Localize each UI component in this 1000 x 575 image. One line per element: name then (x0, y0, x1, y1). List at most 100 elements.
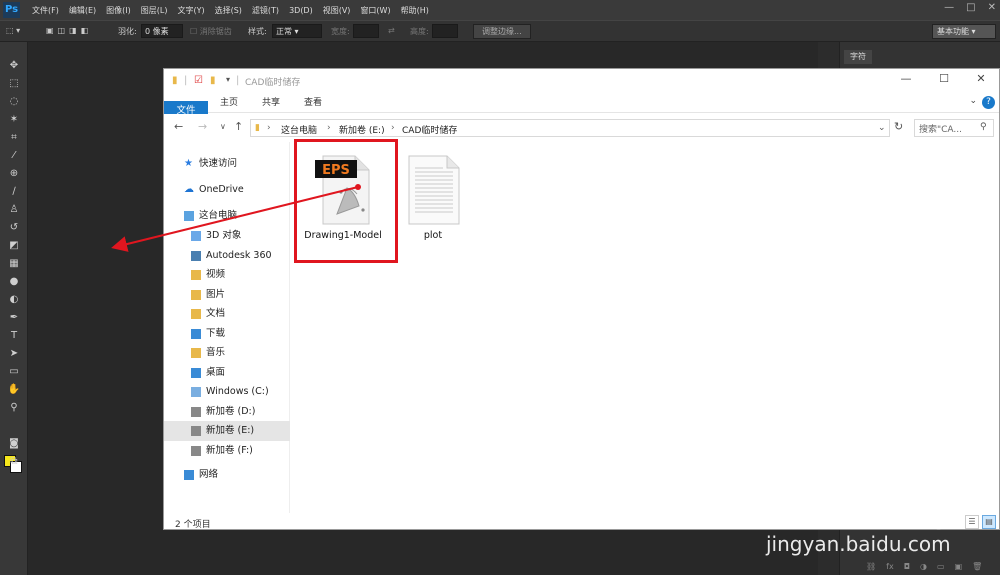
navigation-pane: ★ 快速访问 ☁ OneDrive 这台电脑 3D 对象 Autodesk 360… (164, 142, 290, 514)
swap-icon[interactable]: ⇄ (388, 26, 395, 35)
blur-tool-icon[interactable]: ● (6, 274, 22, 290)
stamp-tool-icon[interactable]: ♙ (6, 202, 22, 218)
ps-maximize-button[interactable]: □ (966, 2, 975, 13)
gradient-tool-icon[interactable]: ▦ (6, 256, 22, 272)
type-tool-icon[interactable]: T (6, 328, 22, 344)
large-icons-view-icon[interactable]: ▤ (982, 515, 996, 529)
pen-tool-icon[interactable]: ✒ (6, 310, 22, 326)
ps-menu-item[interactable]: 文件(F) (32, 5, 59, 16)
folder-icon (191, 270, 201, 280)
marquee-tool-icon[interactable]: ⬚ (6, 76, 22, 92)
back-icon[interactable]: ← (174, 120, 183, 133)
character-panel-tab[interactable]: 字符 (844, 50, 872, 64)
folder-icon (191, 367, 201, 378)
path-select-icon[interactable]: ➤ (6, 346, 22, 362)
nav-item[interactable]: 桌面 (164, 363, 290, 383)
recent-chevron-icon[interactable]: ∨ (220, 122, 226, 131)
address-bar[interactable]: ▮ › 这台电脑 › 新加卷 (E:) › CAD临时储存 ⌄ (250, 119, 890, 137)
minimize-button[interactable]: — (891, 72, 921, 90)
quick-mask-icon[interactable]: ◙ (6, 436, 22, 452)
ps-menu-item[interactable]: 选择(S) (215, 5, 242, 16)
tab-view[interactable]: 查看 (304, 93, 322, 113)
lasso-tool-icon[interactable]: ◌ (6, 94, 22, 110)
workspace-select[interactable]: 基本功能 ▾ (932, 24, 996, 39)
refine-edge-button[interactable]: 调整边缘... (473, 24, 531, 39)
move-tool-icon[interactable]: ✥ (6, 58, 22, 74)
zoom-tool-icon[interactable]: ⚲ (6, 400, 22, 416)
nav-item[interactable]: 新加卷 (D:) (164, 402, 290, 422)
breadcrumb-drive-e[interactable]: 新加卷 (E:) (339, 123, 385, 136)
screen-mode-icon[interactable]: ⧉ (6, 454, 22, 470)
fx-icon[interactable]: fx (886, 562, 894, 575)
ps-menu-item[interactable]: 视图(V) (323, 5, 351, 16)
new-layer-icon[interactable]: ▣ (955, 562, 963, 575)
eyedropper-icon[interactable]: ⁄ (6, 148, 22, 164)
crop-tool-icon[interactable]: ⌗ (6, 130, 22, 146)
width-input[interactable] (353, 24, 379, 38)
folder-icon[interactable]: ▭ (937, 562, 945, 575)
nav-item[interactable]: 3D 对象 (164, 226, 290, 246)
magic-wand-icon[interactable]: ✶ (6, 112, 22, 128)
forward-icon[interactable]: → (198, 120, 207, 133)
ps-menu-item[interactable]: 滤镜(T) (252, 5, 279, 16)
shape-tool-icon[interactable]: ▭ (6, 364, 22, 380)
selection-mode-icons[interactable]: ▣◫◨◧ (46, 26, 92, 35)
healing-brush-icon[interactable]: ⊕ (6, 166, 22, 182)
nav-this-pc[interactable]: 这台电脑 (164, 206, 290, 226)
expand-ribbon-icon[interactable]: ⌄ (969, 96, 977, 106)
address-dropdown-icon[interactable]: ⌄ (878, 123, 886, 133)
nav-item[interactable]: 文档 (164, 304, 290, 324)
history-brush-icon[interactable]: ↺ (6, 220, 22, 236)
nav-quick-access[interactable]: ★ 快速访问 (164, 154, 290, 174)
close-button[interactable]: ✕ (966, 72, 996, 90)
style-select[interactable]: 正常 ▾ (272, 24, 322, 38)
mask-icon[interactable]: ◘ (904, 562, 910, 575)
up-icon[interactable]: ↑ (234, 120, 243, 133)
ps-minimize-button[interactable]: — (944, 2, 954, 13)
nav-item[interactable]: 下载 (164, 324, 290, 344)
new-folder-icon[interactable]: ▮ (210, 75, 216, 86)
ps-menu-item[interactable]: 文字(Y) (177, 5, 204, 16)
nav-item[interactable]: 视频 (164, 265, 290, 285)
nav-onedrive[interactable]: ☁ OneDrive (164, 180, 290, 200)
feather-input[interactable]: 0 像素 (141, 24, 183, 38)
text-file-icon (408, 155, 460, 225)
nav-network[interactable]: 网络 (164, 465, 290, 485)
ps-menu-item[interactable]: 帮助(H) (401, 5, 429, 16)
ps-menu-item[interactable]: 图像(I) (106, 5, 131, 16)
antialias-checkbox[interactable]: ☐ 消除锯齿 (190, 26, 232, 37)
tab-share[interactable]: 共享 (262, 93, 280, 113)
ps-menu-item[interactable]: 图层(L) (141, 5, 168, 16)
details-view-icon[interactable]: ☰ (965, 515, 979, 529)
marquee-tool-icon[interactable]: ⬚ ▾ (6, 26, 20, 35)
adjustment-icon[interactable]: ◑ (920, 562, 927, 575)
brush-tool-icon[interactable]: ∕ (6, 184, 22, 200)
breadcrumb-current[interactable]: CAD临时储存 (402, 123, 457, 136)
nav-item[interactable]: 图片 (164, 285, 290, 305)
baidu-paw-icon (844, 480, 872, 513)
nav-item[interactable]: Windows (C:) (164, 382, 290, 402)
height-input[interactable] (432, 24, 458, 38)
ps-menu-item[interactable]: 窗口(W) (360, 5, 390, 16)
nav-item[interactable]: Autodesk 360 (164, 246, 290, 266)
breadcrumb-this-pc[interactable]: 这台电脑 (281, 123, 317, 136)
help-button[interactable]: ? (982, 96, 995, 109)
hand-tool-icon[interactable]: ✋ (6, 382, 22, 398)
ps-menu-item[interactable]: 编辑(E) (69, 5, 96, 16)
dodge-tool-icon[interactable]: ◐ (6, 292, 22, 308)
workspace-value: 基本功能 (937, 27, 969, 36)
nav-item[interactable]: 音乐 (164, 343, 290, 363)
ps-close-button[interactable]: ✕ (988, 2, 996, 13)
link-icon[interactable]: ⛓ (866, 562, 876, 575)
refresh-icon[interactable]: ↻ (894, 120, 903, 133)
ps-menu-item[interactable]: 3D(D) (289, 6, 313, 15)
file-item[interactable]: plot (385, 150, 481, 262)
properties-icon[interactable]: ☑ (194, 75, 203, 86)
trash-icon[interactable]: 🗑 (972, 562, 982, 575)
eraser-tool-icon[interactable]: ◩ (6, 238, 22, 254)
customize-qa-icon[interactable]: ▾ (226, 75, 230, 84)
tab-home[interactable]: 主页 (220, 93, 238, 113)
maximize-button[interactable]: ☐ (929, 72, 959, 90)
nav-item[interactable]: 新加卷 (E:) (164, 421, 290, 441)
nav-item[interactable]: 新加卷 (F:) (164, 441, 290, 461)
